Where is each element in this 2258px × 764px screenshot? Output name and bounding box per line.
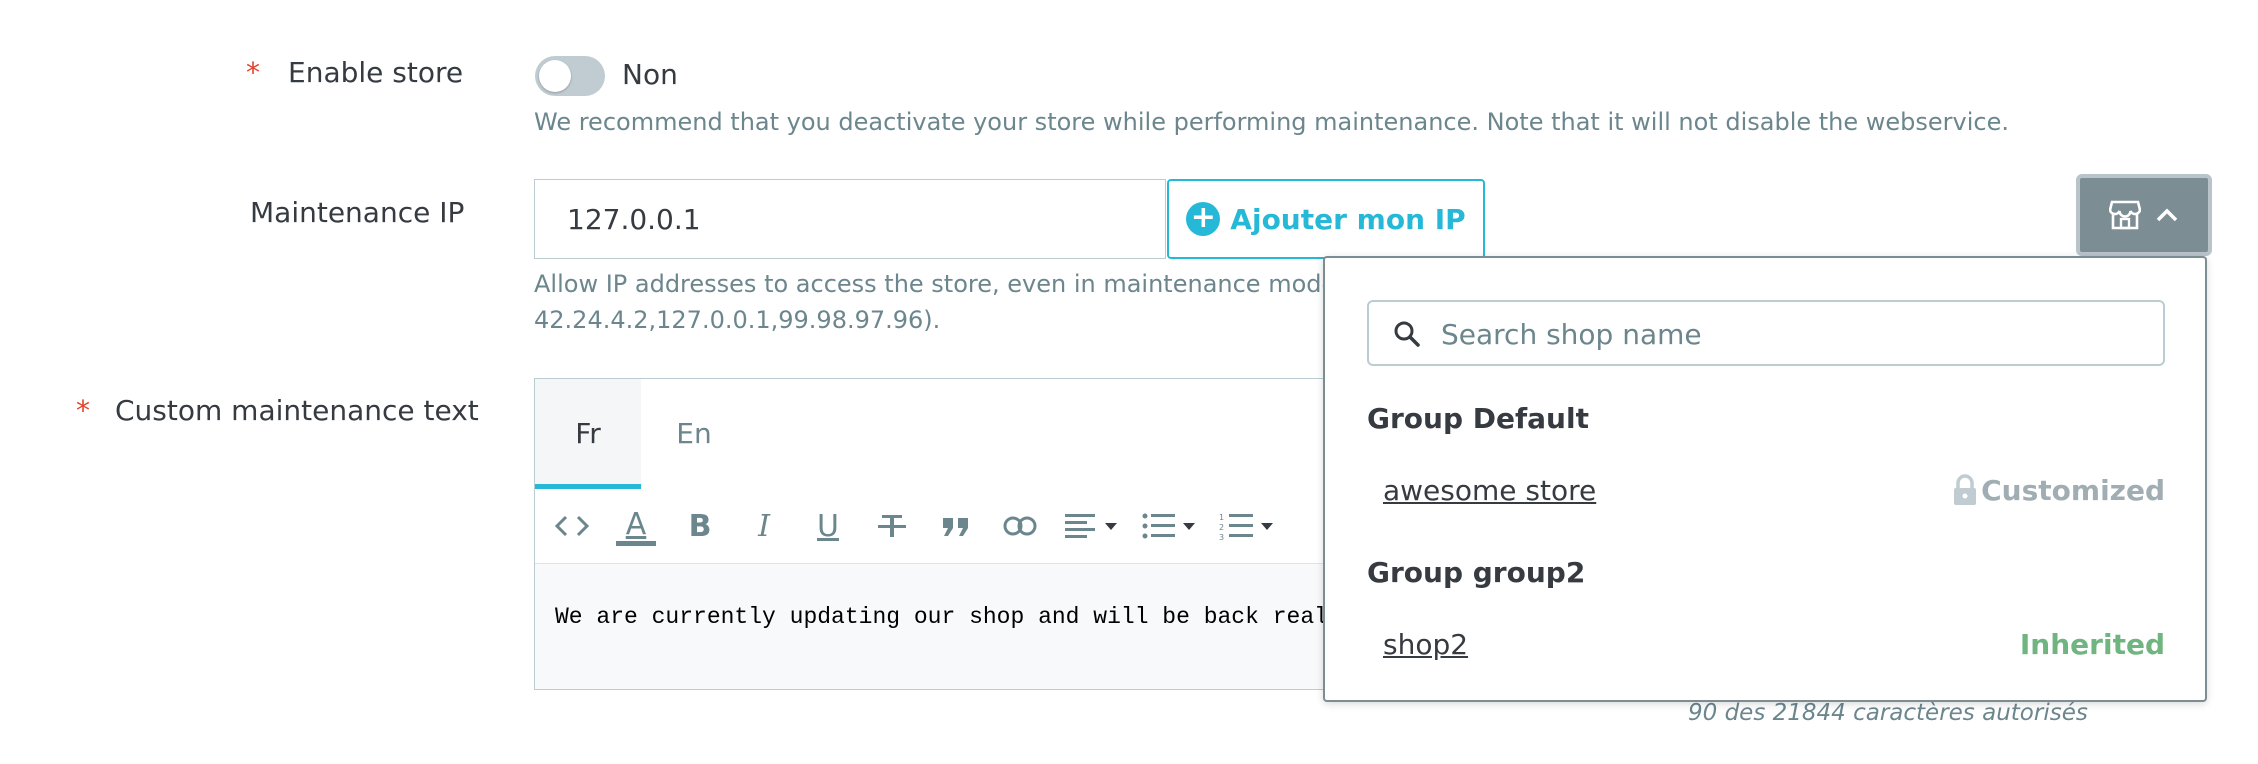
link-icon[interactable] — [997, 501, 1043, 551]
required-mark: * — [76, 394, 90, 427]
svg-text:A: A — [626, 507, 647, 542]
lock-icon — [1954, 474, 1976, 505]
svg-text:1: 1 — [1219, 513, 1224, 522]
code-view-icon[interactable] — [549, 501, 595, 551]
tab-fr[interactable]: Fr — [535, 379, 641, 489]
group-title: Group Default — [1367, 402, 1589, 435]
store-icon — [2109, 200, 2141, 230]
shop-selector-button[interactable] — [2076, 174, 2212, 256]
required-mark: * — [246, 56, 260, 89]
shop-search-input[interactable] — [1439, 302, 2143, 366]
chevron-up-icon — [2156, 208, 2178, 222]
enable-store-help: We recommend that you deactivate your st… — [534, 108, 2010, 136]
underline-icon[interactable]: U — [805, 501, 851, 551]
shop-link-awesome-store[interactable]: awesome store — [1383, 474, 1596, 507]
bullet-list-dropdown-icon[interactable] — [1139, 501, 1203, 551]
custom-text-label: Custom maintenance text — [115, 394, 479, 427]
maintenance-ip-help-line1: Allow IP addresses to access the store, … — [534, 270, 1397, 298]
status-customized: Customized — [1981, 474, 2165, 507]
plus-circle-icon: + — [1186, 202, 1221, 236]
blockquote-icon[interactable] — [933, 501, 979, 551]
svg-text:3: 3 — [1219, 533, 1224, 541]
maintenance-ip-input[interactable] — [534, 179, 1166, 259]
enable-store-toggle[interactable] — [535, 56, 605, 96]
align-dropdown-icon[interactable] — [1061, 501, 1125, 551]
italic-icon[interactable]: I — [741, 501, 787, 551]
search-icon — [1394, 321, 1420, 347]
numbered-list-dropdown-icon[interactable]: 123 — [1217, 501, 1281, 551]
status-inherited: Inherited — [2019, 628, 2165, 661]
shop-link-shop2[interactable]: shop2 — [1383, 628, 1468, 661]
tab-en[interactable]: En — [641, 379, 747, 489]
maintenance-ip-help-line2: 42.24.4.2,127.0.0.1,99.98.97.96). — [534, 306, 941, 334]
group-title: Group group2 — [1367, 556, 1586, 589]
add-my-ip-label: Ajouter mon IP — [1230, 202, 1466, 236]
maintenance-ip-label: Maintenance IP — [250, 196, 465, 229]
shop-selector-dropdown: Group Default awesome store Customized G… — [1323, 256, 2207, 702]
character-count: 90 des 21844 caractères autorisés — [1688, 700, 2088, 726]
enable-store-label: Enable store — [288, 56, 464, 89]
bold-icon[interactable]: B — [677, 501, 723, 551]
svg-text:2: 2 — [1219, 523, 1224, 532]
toggle-knob — [539, 60, 571, 92]
shop-search-box — [1367, 300, 2165, 366]
text-color-icon[interactable]: A — [613, 501, 659, 551]
add-my-ip-button[interactable]: + Ajouter mon IP — [1167, 179, 1485, 259]
strikethrough-icon[interactable] — [869, 501, 915, 551]
toggle-state-label: Non — [622, 58, 678, 91]
